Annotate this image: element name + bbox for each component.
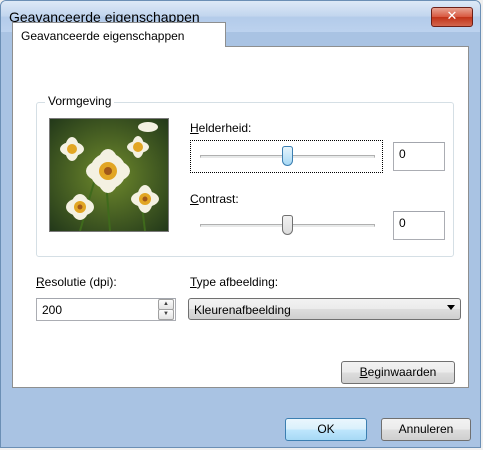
image-type-label: Type afbeelding: (190, 275, 279, 289)
daisy-flowers-image (50, 119, 168, 231)
brightness-label: Helderheid: (190, 121, 252, 135)
arrow-down-icon: ▼ (163, 311, 169, 317)
contrast-value: 0 (399, 216, 406, 230)
preview-image (49, 118, 169, 232)
brightness-value: 0 (399, 147, 406, 161)
tab-label: Geavanceerde eigenschappen (21, 29, 185, 43)
contrast-label: Contrast: (190, 192, 239, 206)
cancel-label: Annuleren (398, 422, 454, 436)
resolution-down-button[interactable]: ▼ (158, 309, 174, 320)
reset-mnemonic: B (359, 365, 368, 379)
ok-label: OK (317, 422, 335, 436)
close-icon: ✕ (446, 9, 458, 24)
resolution-label: Resolutie (dpi): (36, 275, 117, 289)
resolution-input[interactable]: 200 (36, 298, 176, 321)
resolution-value: 200 (42, 303, 63, 317)
chevron-down-icon (447, 305, 455, 310)
arrow-up-icon: ▲ (163, 301, 169, 307)
tab-advanced-properties[interactable]: Geavanceerde eigenschappen (12, 22, 226, 47)
contrast-slider-thumb[interactable] (282, 215, 293, 235)
resolution-spinner: ▲ ▼ (158, 299, 174, 320)
reset-label: eginwaarden (367, 365, 437, 379)
appearance-group-label: Vormgeving (45, 94, 115, 108)
contrast-input[interactable]: 0 (393, 211, 445, 240)
image-type-selected-value: Kleurenafbeelding (194, 303, 291, 317)
reset-defaults-button[interactable]: Beginwaarden (341, 361, 455, 384)
ok-button[interactable]: OK (285, 418, 367, 441)
brightness-slider-thumb[interactable] (282, 146, 293, 166)
image-type-select[interactable]: Kleurenafbeelding (188, 298, 461, 320)
close-button[interactable]: ✕ (431, 7, 473, 27)
brightness-input[interactable]: 0 (393, 142, 445, 171)
cancel-button[interactable]: Annuleren (381, 418, 471, 441)
